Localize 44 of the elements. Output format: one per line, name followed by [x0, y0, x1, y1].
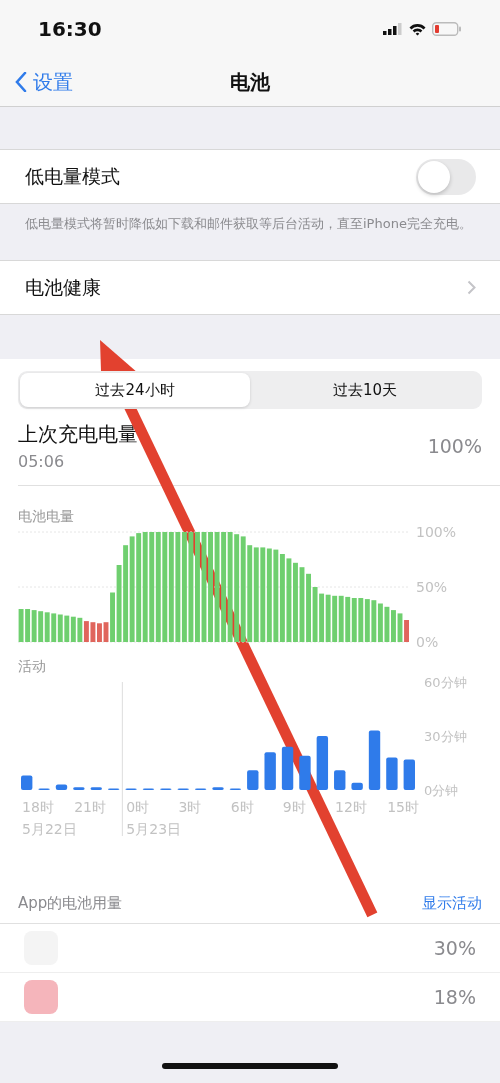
wifi-icon — [409, 22, 426, 36]
low-power-label: 低电量模式 — [25, 163, 120, 189]
bar — [195, 532, 200, 642]
back-chevron-icon — [15, 72, 27, 92]
bar — [391, 610, 396, 642]
y-tick-label: 60分钟 — [424, 675, 467, 690]
show-activity-link[interactable]: 显示活动 — [422, 894, 482, 913]
x-tick-label: 6时 — [230, 799, 254, 815]
bar — [293, 562, 298, 642]
last-charge-label: 上次充电电量 — [18, 421, 138, 448]
back-button[interactable]: 设置 — [0, 68, 73, 96]
bar — [110, 592, 115, 642]
y-tick-label: 30分钟 — [424, 729, 467, 744]
x-tick-label: 18时 — [22, 799, 54, 815]
period-tab[interactable]: 过去10天 — [250, 373, 480, 407]
last-charge-level: 100% — [427, 435, 482, 457]
bar — [404, 620, 409, 642]
x-tick-label: 15时 — [387, 799, 420, 815]
section-header: App的电池用量 — [18, 894, 123, 913]
y-tick-label: 0分钟 — [424, 783, 459, 798]
battery-health-label[interactable]: 电池健康 — [25, 274, 101, 301]
battery-icon — [432, 22, 462, 36]
app-battery-percent: 30% — [433, 937, 476, 959]
app-icon — [24, 980, 58, 1014]
status-time: 16:30 — [38, 17, 102, 41]
page-title: 电池 — [230, 68, 270, 96]
x-tick-label: 9时 — [282, 799, 306, 815]
y-tick-label: 100% — [416, 524, 457, 540]
x-tick-label: 12时 — [335, 799, 367, 815]
y-tick-label: 0% — [416, 634, 439, 650]
chevron-icon — [467, 280, 476, 295]
bar — [97, 623, 102, 642]
signal-icon — [383, 23, 403, 35]
bar — [208, 532, 213, 642]
last-charge-time: 05:06 — [18, 452, 66, 471]
chart-title: 电池电量 — [18, 508, 75, 526]
x-tick-label: 0时 — [126, 799, 150, 815]
bar — [306, 573, 311, 642]
period-tab[interactable]: 过去24小时 — [20, 373, 250, 407]
x-tick-label: 21时 — [74, 799, 106, 815]
x-tick-label: 3时 — [178, 799, 202, 815]
y-tick-label: 50% — [416, 579, 448, 595]
app-battery-percent: 18% — [433, 986, 476, 1008]
low-power-toggle[interactable] — [416, 158, 476, 195]
